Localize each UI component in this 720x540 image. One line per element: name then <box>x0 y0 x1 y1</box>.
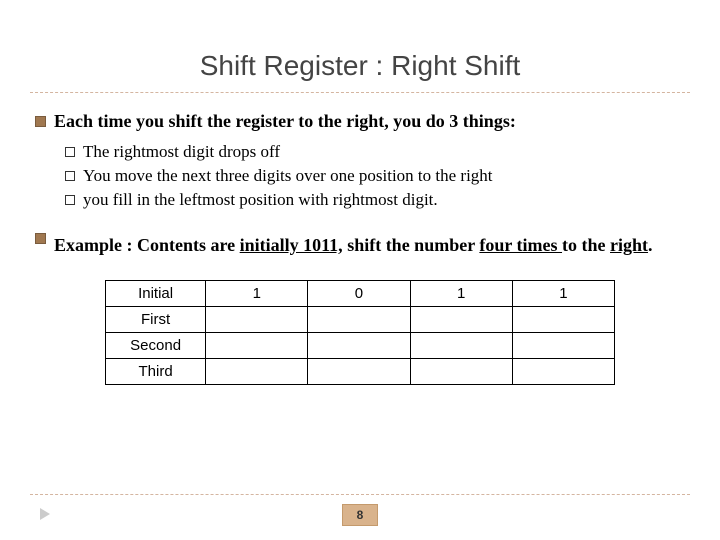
row-header-initial: Initial <box>106 281 206 307</box>
open-square-icon <box>65 147 75 157</box>
cell <box>512 333 614 359</box>
cell: 1 <box>512 281 614 307</box>
shift-table: Initial 1 0 1 1 First Second T <box>105 280 615 385</box>
ex-post: to the <box>562 235 610 255</box>
table-row: Third <box>106 359 615 385</box>
cell <box>410 333 512 359</box>
filled-square-icon <box>35 116 46 127</box>
cell <box>410 359 512 385</box>
cell <box>410 307 512 333</box>
slide-title: Shift Register : Right Shift <box>0 0 720 92</box>
row-header-second: Second <box>106 333 206 359</box>
table-row: Initial 1 0 1 1 <box>106 281 615 307</box>
bullet-main-1: Each time you shift the register to the … <box>35 111 685 132</box>
filled-square-icon <box>35 233 46 244</box>
cell <box>206 359 308 385</box>
cell: 0 <box>308 281 410 307</box>
title-divider <box>30 92 690 93</box>
shift-table-wrap: Initial 1 0 1 1 First Second T <box>105 280 615 385</box>
sub-bullet-2: You move the next three digits over one … <box>65 166 685 186</box>
ex-mid: shift the number <box>343 235 480 255</box>
cell <box>512 359 614 385</box>
cell <box>308 333 410 359</box>
sub-bullet-3: you fill in the leftmost position with r… <box>65 190 685 210</box>
cell: 1 <box>410 281 512 307</box>
sub-bullet-1: The rightmost digit drops off <box>65 142 685 162</box>
table-row: First <box>106 307 615 333</box>
page-number: 8 <box>342 504 379 526</box>
example-text: Example : Contents are initially 1011, s… <box>54 228 653 262</box>
cell <box>206 307 308 333</box>
ex-pre: Example : Contents are <box>54 235 240 255</box>
page-number-wrap: 8 <box>0 504 720 526</box>
open-square-icon <box>65 195 75 205</box>
bullet-main-1-text: Each time you shift the register to the … <box>54 111 516 132</box>
cell <box>308 359 410 385</box>
sub-bullet-list: The rightmost digit drops off You move t… <box>65 142 685 210</box>
content-area: Each time you shift the register to the … <box>0 111 720 385</box>
footer-divider <box>30 494 690 495</box>
row-header-first: First <box>106 307 206 333</box>
cell <box>206 333 308 359</box>
table-row: Second <box>106 333 615 359</box>
sub-bullet-1-text: The rightmost digit drops off <box>83 142 280 162</box>
ex-u2: four times <box>479 235 562 255</box>
row-header-third: Third <box>106 359 206 385</box>
cell <box>512 307 614 333</box>
ex-u3: right <box>610 235 648 255</box>
ex-dot: . <box>648 235 653 255</box>
cell: 1 <box>206 281 308 307</box>
ex-u1: initially 1011, <box>240 235 343 255</box>
sub-bullet-3-text: you fill in the leftmost position with r… <box>83 190 438 210</box>
sub-bullet-2-text: You move the next three digits over one … <box>83 166 493 186</box>
bullet-main-2: Example : Contents are initially 1011, s… <box>35 228 685 262</box>
cell <box>308 307 410 333</box>
open-square-icon <box>65 171 75 181</box>
